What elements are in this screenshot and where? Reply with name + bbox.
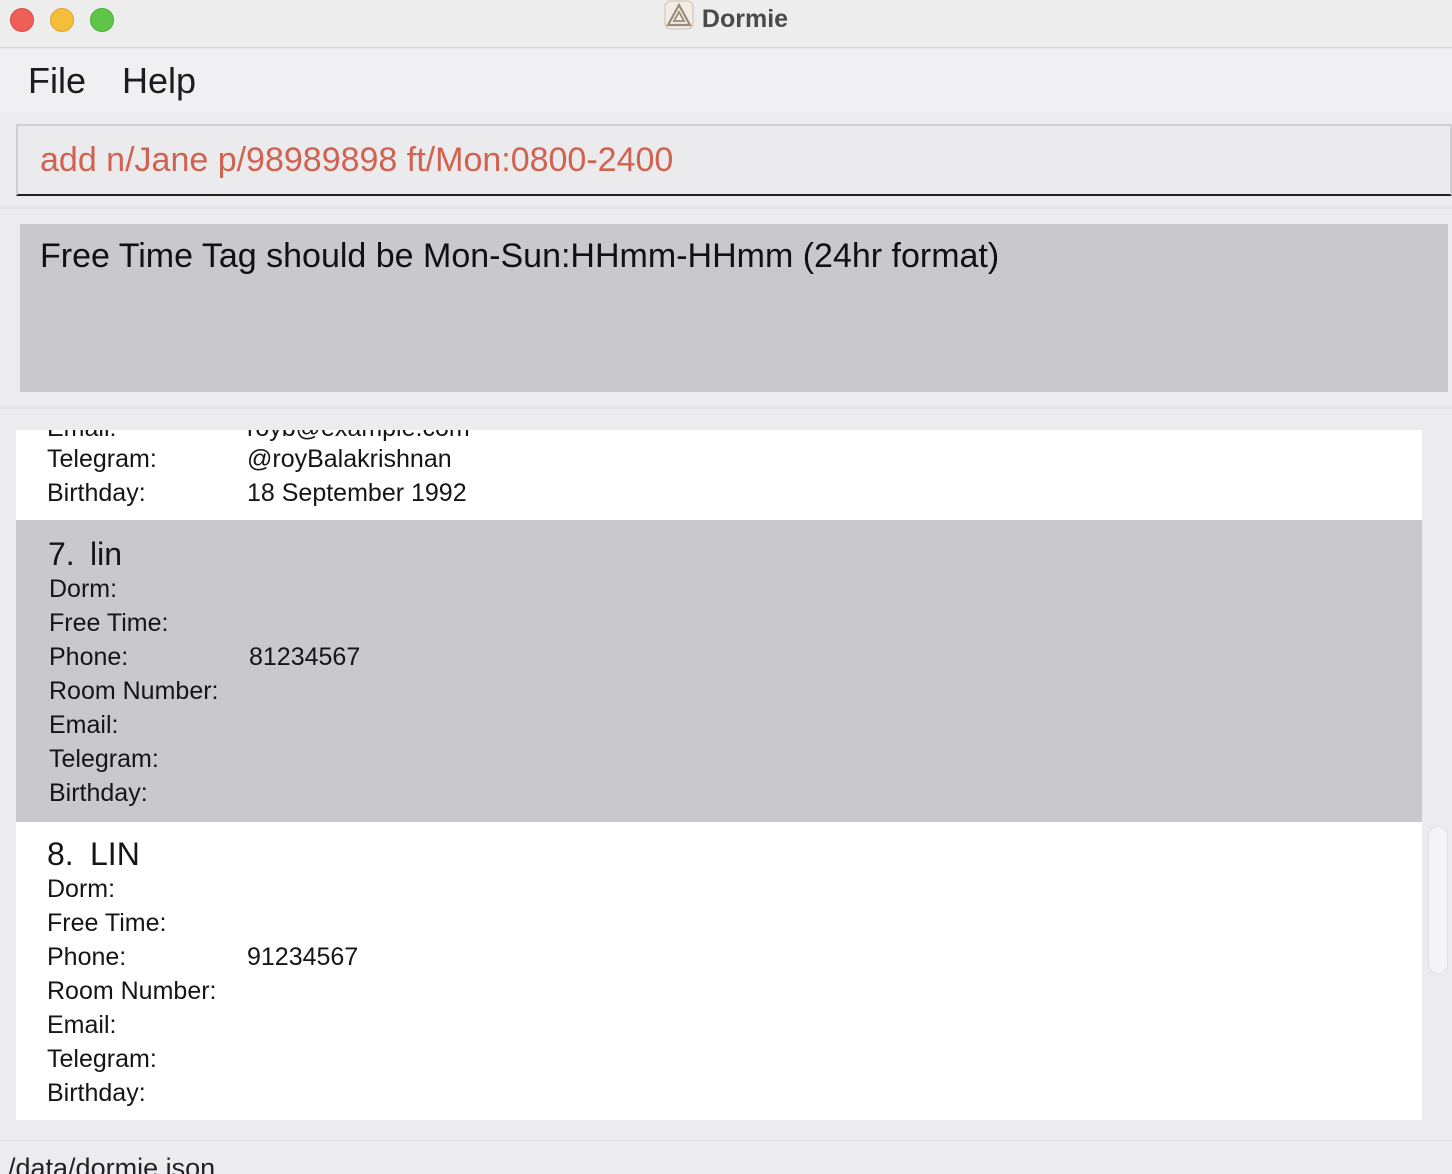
list-scrollbar[interactable] — [1428, 826, 1448, 974]
save-location: /data/dormie.json — [8, 1153, 216, 1174]
command-box[interactable]: add n/Jane p/98989898 ft/Mon:0800-2400 — [16, 124, 1452, 196]
app-logo-icon — [664, 0, 694, 37]
person-card[interactable]: 8. LIN Dorm: Free Time: Phone: 91234567 … — [16, 822, 1422, 1120]
free-time-label: Free Time: — [49, 609, 169, 637]
email-value: royb@example.com — [247, 430, 470, 443]
card-name: LIN — [90, 836, 140, 872]
menu-help[interactable]: Help — [122, 61, 196, 101]
telegram-label: Telegram: — [49, 745, 159, 773]
birthday-label: Birthday: — [47, 479, 146, 507]
status-bar: /data/dormie.json — [0, 1140, 1452, 1174]
window-title: Dormie — [0, 0, 1452, 37]
dorm-label: Dorm: — [49, 575, 118, 603]
person-card-partial[interactable]: Email: royb@example.com Telegram: @royBa… — [16, 430, 1422, 520]
window-title-text: Dormie — [701, 5, 789, 34]
birthday-label: Birthday: — [47, 1079, 146, 1107]
telegram-label: Telegram: — [47, 445, 157, 473]
email-label: Email: — [49, 711, 119, 739]
free-time-label: Free Time: — [47, 909, 167, 937]
room-number-label: Room Number: — [49, 677, 219, 705]
phone-label: Phone: — [49, 643, 129, 671]
command-input[interactable]: add n/Jane p/98989898 ft/Mon:0800-2400 — [40, 140, 673, 180]
room-number-label: Room Number: — [47, 977, 217, 1005]
result-display: Free Time Tag should be Mon-Sun:HHmm-HHm… — [20, 224, 1448, 392]
menu-bar: File Help — [0, 49, 1452, 113]
telegram-value: @royBalakrishnan — [247, 445, 452, 473]
person-card[interactable]: 7. lin Dorm: Free Time: Phone: 81234567 … — [16, 520, 1422, 822]
divider — [0, 406, 1452, 409]
card-index: 8. — [47, 836, 74, 872]
birthday-value: 18 September 1992 — [247, 479, 467, 507]
card-index: 7. — [48, 536, 75, 572]
birthday-label: Birthday: — [49, 779, 148, 807]
result-message: Free Time Tag should be Mon-Sun:HHmm-HHm… — [40, 237, 1000, 275]
email-label: Email: — [47, 1011, 117, 1039]
title-bar: Dormie — [0, 0, 1452, 48]
telegram-label: Telegram: — [47, 1045, 157, 1073]
phone-value: 91234567 — [247, 943, 359, 971]
divider — [0, 206, 1452, 209]
card-name: lin — [90, 536, 123, 572]
dorm-label: Dorm: — [47, 875, 116, 903]
phone-label: Phone: — [47, 943, 127, 971]
menu-file[interactable]: File — [28, 61, 86, 101]
email-label: Email: — [47, 430, 116, 443]
person-list[interactable]: Email: royb@example.com Telegram: @royBa… — [16, 430, 1422, 1120]
phone-value: 81234567 — [249, 643, 361, 671]
